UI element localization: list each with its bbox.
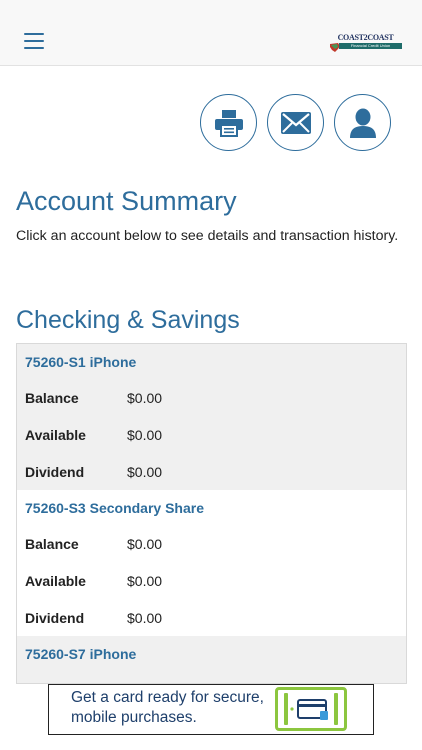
account-card[interactable]: 75260-S7 iPhone	[17, 636, 406, 683]
row-label: Balance	[25, 390, 79, 407]
coast2coast-logo[interactable]: COAST2COAST Financial Credit Union	[329, 33, 402, 53]
row-value: $0.00	[127, 427, 163, 444]
account-row: Available $0.00	[17, 417, 406, 454]
account-card[interactable]: 75260-S3 Secondary Share Balance $0.00 A…	[17, 490, 406, 637]
message-button[interactable]	[267, 94, 324, 151]
user-icon	[349, 108, 376, 138]
envelope-icon	[280, 111, 311, 134]
account-name[interactable]: 75260-S7 iPhone	[17, 636, 406, 672]
ad-text: Get a card ready for secure, mobile purc…	[71, 689, 264, 726]
account-row: Balance $0.00	[17, 526, 406, 563]
account-row: Balance $0.00	[17, 380, 406, 417]
row-label: Dividend	[25, 463, 85, 480]
account-row: Dividend $0.00	[17, 453, 406, 490]
account-row: Available $0.00	[17, 563, 406, 600]
row-value: $0.00	[127, 609, 163, 626]
app-header: COAST2COAST Financial Credit Union	[0, 0, 422, 66]
account-name[interactable]: 75260-S1 iPhone	[17, 344, 406, 380]
row-value: $0.00	[127, 463, 163, 480]
row-label: Available	[25, 573, 86, 590]
hamburger-menu-icon[interactable]	[24, 33, 46, 51]
page-subtitle: Click an account below to see details an…	[16, 228, 399, 244]
row-label: Balance	[25, 536, 79, 553]
logo-title: COAST2COAST	[337, 33, 394, 42]
section-title-checking-savings: Checking & Savings	[16, 306, 240, 334]
logo-subtitle: Financial Credit Union	[339, 43, 402, 49]
print-button[interactable]	[200, 94, 257, 151]
account-card[interactable]: 75260-S1 iPhone Balance $0.00 Available …	[17, 344, 406, 491]
row-label: Dividend	[25, 609, 85, 626]
row-value: $0.00	[127, 390, 163, 407]
account-name[interactable]: 75260-S3 Secondary Share	[17, 490, 406, 526]
row-value: $0.00	[127, 573, 163, 590]
printer-icon	[214, 109, 243, 137]
account-row: Dividend $0.00	[17, 599, 406, 636]
page-title: Account Summary	[16, 186, 237, 216]
profile-button[interactable]	[334, 94, 391, 151]
accounts-list: 75260-S1 iPhone Balance $0.00 Available …	[16, 343, 407, 684]
card-reader-icon	[275, 687, 347, 731]
row-label: Available	[25, 427, 86, 444]
row-value: $0.00	[127, 536, 163, 553]
ad-banner[interactable]: Get a card ready for secure, mobile purc…	[48, 684, 374, 735]
